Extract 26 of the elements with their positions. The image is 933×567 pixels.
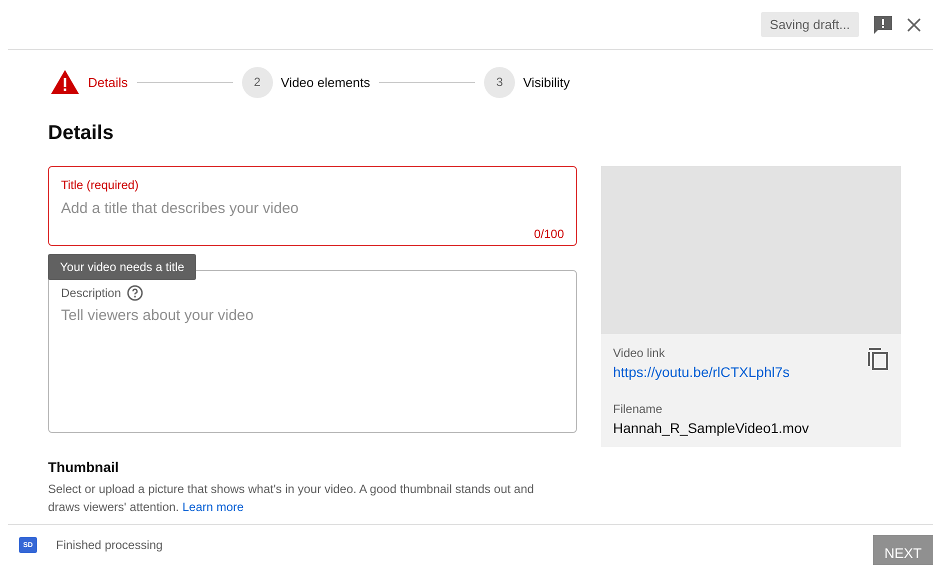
- feedback-icon[interactable]: [873, 14, 893, 34]
- close-icon[interactable]: [907, 18, 921, 32]
- field-label: Video link: [613, 346, 665, 360]
- field-label: Filename: [613, 402, 662, 416]
- step-number: 2: [242, 66, 273, 98]
- field-label: Description: [61, 286, 122, 300]
- description-input[interactable]: Tell viewers about your video: [61, 307, 564, 341]
- filename: Hannah_R_SampleVideo1.mov: [613, 420, 809, 436]
- help-icon[interactable]: [127, 285, 144, 301]
- step-tab[interactable]: Details: [50, 69, 128, 95]
- section-heading: Thumbnail: [48, 459, 119, 475]
- page-heading: Details: [47, 121, 115, 146]
- title-input[interactable]: Add a title that describes your video: [61, 200, 564, 217]
- copy-icon[interactable]: [868, 348, 888, 370]
- title-field[interactable]: Title (required) Add a title that describes your video 0/100: [48, 166, 577, 246]
- tooltip: Your video needs a title: [48, 254, 196, 280]
- saving-status: Saving draft...: [760, 12, 859, 37]
- warning-icon: [50, 69, 80, 95]
- step-number: 3: [484, 66, 516, 98]
- step-tab[interactable]: 2 Video elements: [242, 66, 370, 98]
- thumbnail-description: Select or upload a picture that shows what's in your video. A good thumbnail stands out and draws viewers' attention. Learn more: [48, 481, 535, 516]
- description-field[interactable]: Description Tell viewers about your video: [48, 270, 577, 433]
- learn-more-link[interactable]: Learn more: [182, 500, 244, 514]
- processing-status: Finished processing: [56, 538, 163, 552]
- step-tab[interactable]: 3 Visibility: [484, 66, 570, 98]
- video-link[interactable]: https://youtu.be/rlCTXLphl7s: [613, 364, 790, 380]
